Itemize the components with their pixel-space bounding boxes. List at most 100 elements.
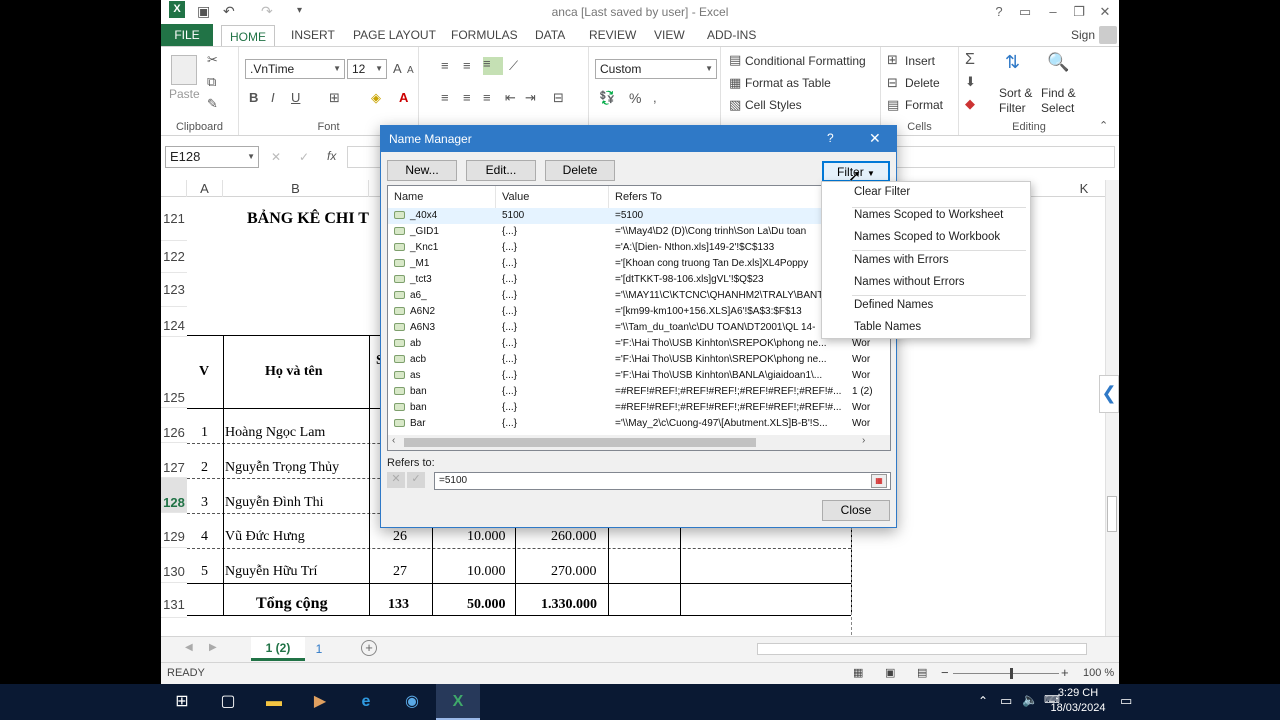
prev-sheet-icon[interactable]: ◀ bbox=[185, 642, 193, 653]
name-row[interactable]: ab {...} ='F:\Hai Tho\USB Kinhton\SREPOK\p… bbox=[388, 336, 890, 352]
name-row[interactable]: Bar {...} ='\\May_2\c\Cuong-497\[Abutment.… bbox=[388, 416, 890, 432]
row-header-selected[interactable]: 128 bbox=[161, 478, 187, 513]
menu-scoped-workbook[interactable]: Names Scoped to Workbook bbox=[854, 231, 1000, 243]
list-scrollbar-thumb[interactable] bbox=[404, 438, 756, 447]
align-center-icon[interactable]: ≡ bbox=[463, 91, 471, 105]
increase-indent-icon[interactable]: ⇥ bbox=[525, 91, 536, 105]
merge-center-icon[interactable]: ⊟ bbox=[553, 91, 564, 105]
paste-icon[interactable] bbox=[171, 55, 197, 85]
font-size-combo[interactable]: 12 ▼ bbox=[347, 59, 387, 79]
new-name-button[interactable]: New... bbox=[387, 160, 457, 181]
row-header[interactable]: 130 bbox=[161, 548, 187, 583]
cut-icon[interactable]: ✂ bbox=[207, 53, 218, 67]
list-horizontal-scrollbar[interactable]: ‹ › bbox=[388, 435, 890, 450]
avatar-icon[interactable] bbox=[1099, 26, 1117, 44]
tab-home[interactable]: HOME bbox=[221, 25, 275, 47]
sort-label[interactable]: Sort & bbox=[999, 86, 1032, 100]
menu-defined-names[interactable]: Defined Names bbox=[854, 299, 933, 311]
row-header[interactable]: 127 bbox=[161, 443, 187, 478]
task-view-icon[interactable]: ▢ bbox=[206, 684, 250, 720]
edge-icon[interactable]: e bbox=[344, 684, 388, 720]
name-row[interactable]: as {...} ='F:\Hai Tho\USB Kinhton\BANLA\gi… bbox=[388, 368, 890, 384]
collapse-dialog-icon[interactable]: ▦ bbox=[871, 474, 887, 488]
tab-data[interactable]: DATA bbox=[527, 24, 573, 46]
restore-icon[interactable]: ❐ bbox=[1067, 2, 1091, 22]
volume-icon[interactable]: 🔈 bbox=[1022, 692, 1038, 708]
dialog-help-icon[interactable]: ? bbox=[827, 131, 834, 145]
zoom-level[interactable]: 100 % bbox=[1083, 667, 1114, 679]
format-as-table-icon[interactable]: ▦ bbox=[729, 76, 741, 90]
row-header[interactable]: 129 bbox=[161, 513, 187, 548]
media-app-icon[interactable]: ▶ bbox=[298, 684, 342, 720]
decrease-indent-icon[interactable]: ⇤ bbox=[505, 91, 516, 105]
delete-name-button[interactable]: Delete bbox=[545, 160, 615, 181]
cancel-icon[interactable]: ✕ bbox=[271, 150, 281, 164]
name-row[interactable]: _Knc1 {...} ='A:\[Dien- Nthon.xls]149-2'!$… bbox=[388, 240, 890, 256]
grow-font-icon[interactable]: A bbox=[393, 62, 402, 76]
zoom-out-button[interactable]: − bbox=[941, 665, 949, 680]
tab-add-ins[interactable]: ADD-INS bbox=[699, 24, 764, 46]
comma-style-icon[interactable]: , bbox=[653, 91, 657, 105]
copy-icon[interactable]: ⧉ bbox=[207, 75, 216, 89]
collapse-ribbon-icon[interactable]: ⌃ bbox=[1099, 119, 1108, 132]
clear-icon[interactable]: ◆ bbox=[965, 97, 975, 111]
enter-icon[interactable]: ✓ bbox=[299, 150, 309, 164]
borders-icon[interactable]: ⊞ bbox=[329, 91, 340, 105]
scrollbar-thumb[interactable] bbox=[1107, 496, 1117, 532]
network-icon[interactable]: ▭ bbox=[1000, 693, 1012, 709]
refers-to-input[interactable]: =5100 ▦ bbox=[434, 472, 891, 490]
cell-styles-button[interactable]: Cell Styles bbox=[745, 98, 802, 112]
close-window-icon[interactable]: ✕ bbox=[1093, 2, 1117, 22]
delete-cells-icon[interactable]: ⊟ bbox=[887, 76, 898, 90]
row-header[interactable]: 131 bbox=[161, 583, 187, 618]
select-label[interactable]: Select bbox=[1041, 101, 1074, 115]
name-row[interactable]: A6N3 {...} ='\\Tam_du_toan\c\DU TOAN\DT200… bbox=[388, 320, 890, 336]
row-header[interactable]: 125 bbox=[161, 337, 187, 408]
align-left-icon[interactable]: ≡ bbox=[441, 91, 449, 105]
notifications-icon[interactable]: ▭ bbox=[1120, 693, 1132, 709]
tab-file[interactable]: FILE bbox=[161, 24, 213, 46]
font-name-combo[interactable]: .VnTime ▼ bbox=[245, 59, 345, 79]
align-middle-icon[interactable]: ≡ bbox=[463, 59, 471, 73]
page-break-view-icon[interactable]: ▤ bbox=[917, 666, 927, 679]
name-row[interactable]: _M1 {...} ='[Khoan cong truong Tan De.xls]… bbox=[388, 256, 890, 272]
number-format-combo[interactable]: Custom ▼ bbox=[595, 59, 717, 79]
row-header[interactable]: 122 bbox=[161, 241, 187, 273]
close-button[interactable]: Close bbox=[822, 500, 890, 521]
column-k-header[interactable]: K bbox=[1061, 180, 1107, 197]
names-list[interactable]: Name Value Refers To _40x4 5100 =5100 _GID1… bbox=[387, 185, 891, 451]
edit-name-button[interactable]: Edit... bbox=[466, 160, 536, 181]
scroll-left-icon[interactable]: ‹ bbox=[392, 435, 395, 446]
tab-page-layout[interactable]: PAGE LAYOUT bbox=[345, 24, 444, 46]
underline-button[interactable]: U bbox=[291, 91, 300, 105]
format-as-table-button[interactable]: Format as Table bbox=[745, 76, 831, 90]
dialog-close-icon[interactable]: ✕ bbox=[869, 130, 881, 147]
task-pane-toggle-icon[interactable]: ❮ bbox=[1099, 375, 1119, 413]
menu-scoped-worksheet[interactable]: Names Scoped to Worksheet bbox=[854, 209, 1003, 221]
column-value-header[interactable]: Value bbox=[496, 186, 609, 208]
refers-cancel-icon[interactable]: ✕ bbox=[387, 472, 405, 488]
name-box[interactable]: E128 ▼ bbox=[165, 146, 259, 168]
fill-icon[interactable]: ⬇ bbox=[965, 75, 976, 89]
insert-cells-button[interactable]: Insert bbox=[905, 54, 935, 68]
horizontal-scrollbar[interactable] bbox=[757, 643, 1087, 655]
name-row[interactable]: acb {...} ='F:\Hai Tho\USB Kinhton\SREPOK\… bbox=[388, 352, 890, 368]
column-b-header[interactable]: B bbox=[223, 180, 369, 197]
name-row[interactable]: _tct3 {...} ='[dtTKKT-98-106.xls]gVL'!$Q$2… bbox=[388, 272, 890, 288]
menu-table-names[interactable]: Table Names bbox=[854, 321, 921, 333]
column-name-header[interactable]: Name bbox=[388, 186, 496, 208]
row-header[interactable]: 121 bbox=[161, 197, 187, 241]
menu-names-without-errors[interactable]: Names without Errors bbox=[854, 276, 965, 288]
format-cells-icon[interactable]: ▤ bbox=[887, 98, 899, 112]
format-painter-icon[interactable]: ✎ bbox=[207, 97, 218, 111]
name-row[interactable]: _GID1 {...} ='\\May4\D2 (D)\Cong trinh\Son… bbox=[388, 224, 890, 240]
sheet-tab[interactable]: 1 bbox=[309, 637, 329, 661]
delete-cells-button[interactable]: Delete bbox=[905, 76, 940, 90]
file-explorer-icon[interactable]: ▬ bbox=[252, 684, 296, 720]
name-row[interactable]: ban {...} =#REF!#REF!;#REF!#REF!;#REF!#REF… bbox=[388, 384, 890, 400]
select-all-corner[interactable] bbox=[161, 180, 187, 197]
scroll-right-icon[interactable]: › bbox=[862, 435, 865, 446]
font-color-icon[interactable]: A bbox=[399, 91, 408, 105]
find-select-icon[interactable]: 🔍 bbox=[1047, 53, 1069, 71]
show-hidden-icons[interactable]: ⌃ bbox=[978, 694, 988, 708]
